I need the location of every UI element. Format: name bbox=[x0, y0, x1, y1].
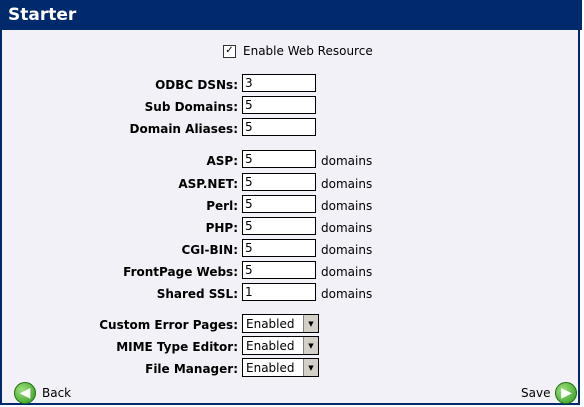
frontpage-webs-input[interactable]: 5 bbox=[242, 261, 316, 279]
php-input[interactable]: 5 bbox=[242, 217, 316, 235]
odbc-dsns-label: ODBC DSNs: bbox=[155, 78, 238, 92]
custom-error-pages-label: Custom Error Pages: bbox=[99, 318, 238, 332]
cgi-bin-input[interactable]: 5 bbox=[242, 239, 316, 257]
domain-aliases-label: Domain Aliases: bbox=[129, 122, 238, 136]
chevron-down-icon[interactable]: ▼ bbox=[303, 359, 318, 376]
back-label: Back bbox=[42, 386, 72, 400]
panel-title: Starter bbox=[8, 5, 77, 25]
custom-error-pages-value: Enabled bbox=[246, 316, 295, 331]
odbc-dsns-input[interactable]: 3 bbox=[242, 74, 316, 92]
aspnet-input[interactable]: 5 bbox=[242, 173, 316, 191]
shared-ssl-input[interactable]: 1 bbox=[242, 283, 316, 301]
cgi-bin-unit: domains bbox=[321, 243, 373, 257]
sub-domains-label: Sub Domains: bbox=[144, 100, 238, 114]
perl-input[interactable]: 5 bbox=[242, 195, 316, 213]
frontpage-webs-label: FrontPage Webs: bbox=[123, 265, 238, 279]
forward-arrow-icon: ▶ bbox=[555, 382, 578, 404]
aspnet-unit: domains bbox=[321, 177, 373, 191]
shared-ssl-unit: domains bbox=[321, 287, 373, 301]
mime-type-editor-select[interactable]: Enabled ▼ bbox=[242, 336, 319, 355]
perl-label: Perl: bbox=[206, 199, 238, 213]
domain-aliases-input[interactable]: 5 bbox=[242, 118, 316, 136]
perl-unit: domains bbox=[321, 199, 373, 213]
enable-web-resource-row[interactable]: ✓ Enable Web Resource bbox=[223, 43, 373, 59]
chevron-down-icon[interactable]: ▼ bbox=[303, 315, 318, 332]
save-button[interactable]: Save ▶ bbox=[521, 382, 578, 404]
aspnet-label: ASP.NET: bbox=[178, 177, 238, 191]
enable-web-resource-checkbox[interactable]: ✓ bbox=[223, 44, 236, 58]
file-manager-label: File Manager: bbox=[145, 362, 238, 376]
mime-type-editor-value: Enabled bbox=[246, 338, 295, 353]
asp-label: ASP: bbox=[206, 154, 238, 168]
shared-ssl-label: Shared SSL: bbox=[156, 287, 238, 301]
asp-input[interactable]: 5 bbox=[242, 150, 316, 168]
php-label: PHP: bbox=[205, 221, 238, 235]
resource-panel: Starter ✓ Enable Web Resource ODBC DSNs:… bbox=[0, 0, 582, 405]
custom-error-pages-select[interactable]: Enabled ▼ bbox=[242, 314, 319, 333]
frontpage-webs-unit: domains bbox=[321, 265, 373, 279]
mime-type-editor-label: MIME Type Editor: bbox=[116, 340, 238, 354]
asp-unit: domains bbox=[321, 154, 373, 168]
chevron-down-icon[interactable]: ▼ bbox=[303, 337, 318, 354]
back-arrow-icon: ◀ bbox=[14, 382, 36, 404]
back-button[interactable]: ◀ Back bbox=[14, 382, 71, 404]
file-manager-select[interactable]: Enabled ▼ bbox=[242, 358, 319, 377]
panel-header: Starter bbox=[2, 0, 582, 30]
save-label: Save bbox=[521, 386, 551, 400]
php-unit: domains bbox=[321, 221, 373, 235]
sub-domains-input[interactable]: 5 bbox=[242, 96, 316, 114]
enable-web-resource-label: Enable Web Resource bbox=[243, 44, 373, 58]
cgi-bin-label: CGI-BIN: bbox=[181, 243, 238, 257]
file-manager-value: Enabled bbox=[246, 360, 295, 375]
